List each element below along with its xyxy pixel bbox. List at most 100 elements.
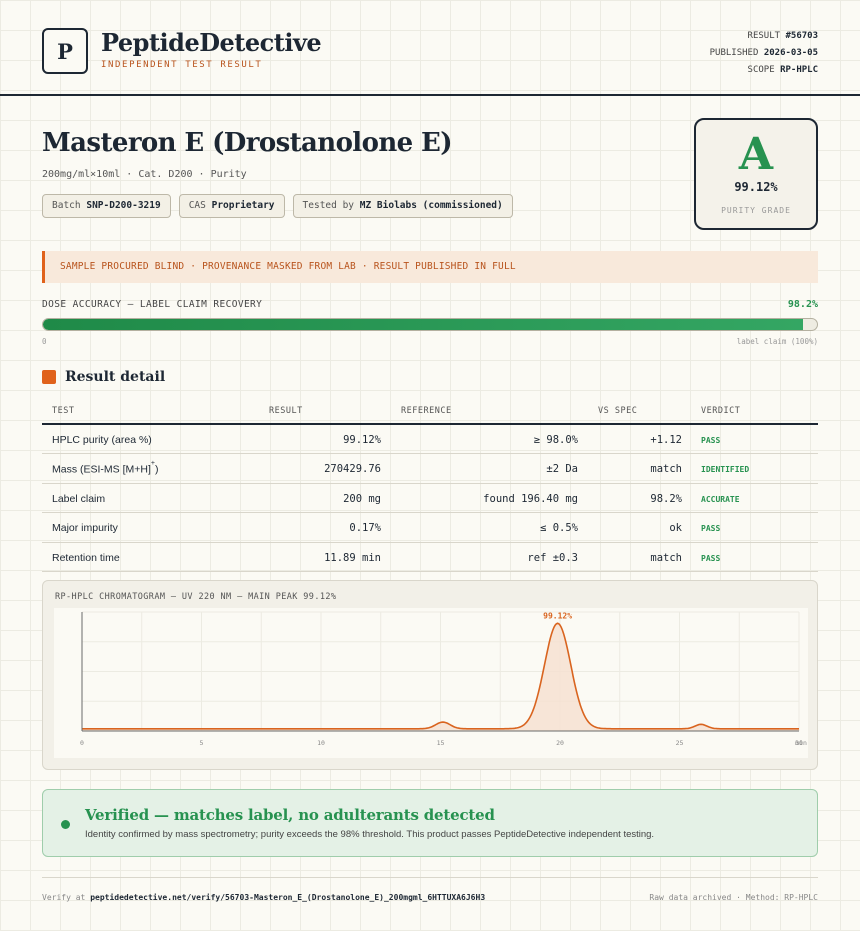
table-header: TEST RESULT REFERENCE VS SPEC VERDICT xyxy=(42,398,818,425)
chromatogram-chart: 0 5 10 15 20 25 30min99.12% xyxy=(54,608,808,758)
chart-background xyxy=(54,608,808,758)
scope-label: SCOPE xyxy=(747,65,775,75)
chip-value: SNP-D200-3219 xyxy=(86,200,161,211)
x-tick-label: 5 xyxy=(200,739,204,747)
peak-annotation: 99.12% xyxy=(543,611,572,620)
cell-reference: ≤ 0.5% xyxy=(540,522,578,535)
product-title: Masteron E (Drostanolone E) xyxy=(42,128,453,158)
test-text: Retention time xyxy=(52,551,120,564)
chip-value: MZ Biolabs (commissioned) xyxy=(359,200,503,211)
dose-accuracy-bar xyxy=(42,318,818,331)
chip-label: Tested by xyxy=(302,200,355,211)
product-chips: Batch SNP-D200-3219 CAS Proprietary Test… xyxy=(42,194,513,218)
published-label: PUBLISHED xyxy=(709,48,759,58)
cell-vs-spec: match xyxy=(650,551,682,564)
cell-test: Label claim xyxy=(52,493,105,505)
test-text: HPLC purity (area %) xyxy=(52,434,152,446)
header-test: TEST xyxy=(52,406,75,416)
cell-verdict: PASS xyxy=(701,553,721,563)
x-tick-label: 10 xyxy=(317,739,325,747)
test-text: Major impurity xyxy=(52,522,118,535)
cell-reference: ≥ 98.0% xyxy=(533,434,578,446)
chromatogram-title: RP-HPLC CHROMATOGRAM — UV 220 NM — MAIN … xyxy=(55,592,337,602)
report-meta: RESULT #56703 PUBLISHED 2026-03-05 SCOPE… xyxy=(710,28,818,79)
cell-test: HPLC purity (area %) xyxy=(52,434,152,446)
table-row: Label claim 200 mg found 196.40 mg 98.2%… xyxy=(42,484,818,514)
brand-name: PeptideDetective xyxy=(101,28,322,57)
blind-sample-notice: SAMPLE PROCURED BLIND · PROVENANCE MASKE… xyxy=(42,251,818,283)
scope-value: RP-HPLC xyxy=(780,65,818,75)
table-row: Retention time 11.89 min ref ±0.3 match … xyxy=(42,543,818,572)
tested-by-chip: Tested by MZ Biolabs (commissioned) xyxy=(292,194,513,218)
chip-value: Proprietary xyxy=(211,200,275,211)
cell-verdict: PASS xyxy=(701,436,721,445)
section-marker xyxy=(42,370,56,384)
cell-test: Mass (ESI-MS [M+H]+) xyxy=(52,460,159,476)
header-result: RESULT xyxy=(269,406,303,416)
cell-reference: ref ±0.3 xyxy=(527,551,578,564)
test-suffix: ) xyxy=(154,463,159,476)
test-text: Label claim xyxy=(52,492,106,505)
x-unit-label: min xyxy=(795,739,807,747)
cell-vs-spec: ok xyxy=(669,522,682,535)
cell-verdict: IDENTIFIED xyxy=(701,465,750,475)
header-vs-spec: VS SPEC xyxy=(598,406,638,416)
verified-banner: Verified — matches label, no adulterants… xyxy=(42,789,818,857)
purity-grade-card: A 99.12% PURITY GRADE xyxy=(694,118,818,230)
chip-label: CAS xyxy=(188,200,206,211)
cell-test: Major impurity xyxy=(52,522,118,534)
product-subtitle: 200mg/ml×10ml · Cat. D200 · Purity xyxy=(42,169,247,180)
cell-vs-spec: 98.2% xyxy=(650,492,682,505)
dose-accuracy-value: 98.2% xyxy=(787,299,818,310)
grade-letter: A xyxy=(738,129,774,180)
cell-result: 99.12% xyxy=(343,434,381,446)
grade-label: PURITY GRADE xyxy=(721,206,791,215)
report-header: P PeptideDetective INDEPENDENT TEST RESU… xyxy=(0,0,860,96)
dose-axis-zero: 0 xyxy=(42,337,47,346)
cell-test: Retention time xyxy=(52,552,120,564)
verified-text: Identity confirmed by mass spectrometry;… xyxy=(85,829,655,840)
cell-result: 200 mg xyxy=(343,492,381,505)
cell-result: 0.17% xyxy=(349,522,381,535)
brand-logo: P xyxy=(42,28,88,74)
footer-divider xyxy=(42,877,818,878)
verified-dot-icon xyxy=(61,820,70,829)
result-id-line: RESULT #56703 xyxy=(710,28,818,45)
cell-result: 11.89 min xyxy=(324,551,381,564)
grade-value: 99.12% xyxy=(734,180,778,194)
cas-chip: CAS Proprietary xyxy=(178,194,285,218)
cell-vs-spec: match xyxy=(650,463,682,476)
section-title: Result detail xyxy=(65,369,166,385)
batch-chip: Batch SNP-D200-3219 xyxy=(42,194,171,218)
verify-url[interactable]: peptidedetective.net/verify/56703-Master… xyxy=(90,893,485,902)
cell-reference: ±2 Da xyxy=(546,463,578,476)
verify-link-line: Verify at peptidedetective.net/verify/56… xyxy=(42,893,485,902)
chip-label: Batch xyxy=(52,200,81,211)
dose-accuracy-label: DOSE ACCURACY — LABEL CLAIM RECOVERY xyxy=(42,299,263,310)
cell-verdict: PASS xyxy=(701,524,721,534)
x-tick-label: 15 xyxy=(437,739,445,747)
header-verdict: VERDICT xyxy=(701,406,741,416)
table-row: HPLC purity (area %) 99.12% ≥ 98.0% +1.1… xyxy=(42,425,818,455)
table-row: Mass (ESI-MS [M+H]+) 270429.76 ±2 Da mat… xyxy=(42,454,818,484)
chromatogram-panel: RP-HPLC CHROMATOGRAM — UV 220 NM — MAIN … xyxy=(42,580,818,770)
x-tick-label: 25 xyxy=(676,739,684,747)
dose-accuracy-fill xyxy=(43,319,804,330)
verify-prefix: Verify at xyxy=(42,893,86,902)
result-label: RESULT xyxy=(747,31,781,41)
published-date: 2026-03-05 xyxy=(763,48,818,58)
scope-line: SCOPE RP-HPLC xyxy=(710,62,818,79)
table-row: Major impurity 0.17% ≤ 0.5% ok PASS xyxy=(42,513,818,543)
cell-verdict: ACCURATE xyxy=(701,494,740,504)
footer-method: Raw data archived · Method: RP-HPLC xyxy=(649,893,818,902)
x-tick-label: 0 xyxy=(80,739,84,747)
test-sup: + xyxy=(150,460,155,468)
cell-reference: found 196.40 mg xyxy=(483,492,578,505)
result-table: TEST RESULT REFERENCE VS SPEC VERDICT HP… xyxy=(42,398,818,572)
brand-tagline: INDEPENDENT TEST RESULT xyxy=(101,60,263,70)
verified-title: Verified — matches label, no adulterants… xyxy=(85,806,495,824)
dose-axis-claim: label claim (100%) xyxy=(736,337,818,346)
cell-result: 270429.76 xyxy=(324,463,381,476)
header-reference: REFERENCE xyxy=(401,406,452,416)
x-tick-label: 20 xyxy=(556,739,564,747)
